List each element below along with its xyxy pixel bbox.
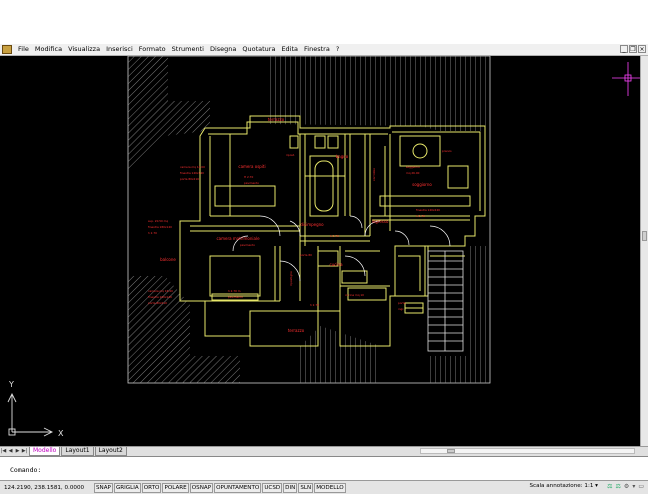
menu-disegna[interactable]: Disegna — [207, 44, 239, 55]
tray-settings-icon[interactable]: ▾ — [632, 483, 635, 490]
annotation-scale-value[interactable]: 1:1 — [584, 483, 593, 489]
svg-text:sup. 20.50 mq: sup. 20.50 mq — [148, 219, 168, 223]
menu-file[interactable]: File — [15, 44, 32, 55]
toggle-orto[interactable]: ORTO — [141, 482, 162, 493]
annotation-autoscale-icon[interactable]: ⚖ — [616, 483, 621, 490]
toggle-griglia[interactable]: GRIGLIA — [113, 482, 141, 493]
svg-text:finestra 160x140: finestra 160x140 — [148, 295, 172, 299]
room-label: balcone — [160, 257, 176, 262]
svg-text:h 2.70: h 2.70 — [416, 214, 425, 218]
autocad-window: File Modifica Visualizza Inserisci Forma… — [0, 44, 648, 494]
room-label: bagno — [336, 154, 349, 159]
clean-screen-icon[interactable]: ▭ — [638, 483, 644, 490]
svg-text:porta: porta — [398, 301, 406, 305]
toggle-snap[interactable]: SNAP — [94, 482, 113, 493]
window-controls: _ ❐ × — [620, 45, 646, 53]
layout-tabs-bar: |◀ ◀ ▶ ▶| Modello Layout1 Layout2 — [0, 446, 648, 456]
toggle-din[interactable]: DIN — [283, 482, 298, 493]
svg-text:pavimento: pavimento — [244, 181, 259, 185]
annotation-scale-label: Scala annotazione: — [529, 483, 583, 489]
svg-text:h 2.70: h 2.70 — [330, 234, 339, 238]
tab-next-icon[interactable]: ▶ — [14, 448, 21, 455]
toggle-opuntamento[interactable]: OPUNTAMENTO — [214, 482, 262, 493]
tab-layout2[interactable]: Layout2 — [94, 447, 127, 456]
status-tray-icons: ⚖ ⚖ ⚙ ▾ ▭ — [607, 483, 644, 490]
svg-text:h 2.70 m: h 2.70 m — [228, 289, 241, 293]
svg-text:ripost.: ripost. — [286, 153, 295, 157]
annotation-scale[interactable]: Scala annotazione: 1:1 ▾ — [529, 483, 598, 489]
svg-text:finestra 180x140: finestra 180x140 — [148, 225, 172, 229]
svg-text:ripostiglio: ripostiglio — [289, 271, 293, 286]
restore-button[interactable]: ❐ — [629, 45, 637, 53]
svg-text:camera mq 16.40: camera mq 16.40 — [148, 289, 173, 293]
coordinates-readout: 124.2190, 238.1581, 0.0000 — [4, 484, 85, 491]
menu-edita[interactable]: Edita — [278, 44, 301, 55]
menu-quotatura[interactable]: Quotatura — [239, 44, 278, 55]
toggle-polare[interactable]: POLARE — [162, 482, 189, 493]
svg-text:corridoio: corridoio — [372, 168, 376, 181]
svg-text:pranzo: pranzo — [442, 149, 452, 153]
crosshair-cursor — [612, 62, 640, 96]
menu-strumenti[interactable]: Strumenti — [169, 44, 207, 55]
tab-last-icon[interactable]: ▶| — [21, 448, 28, 455]
ucs-icon — [7, 392, 54, 437]
ucs-y-label: Y — [8, 380, 14, 389]
annotation-visibility-icon[interactable]: ⚖ — [607, 483, 612, 490]
command-window[interactable]: Comando: — [0, 456, 648, 480]
menu-formato[interactable]: Formato — [136, 44, 169, 55]
building-walls — [179, 115, 486, 347]
toggle-ucsd[interactable]: UCSD — [262, 482, 283, 493]
horizontal-scrollbar[interactable] — [420, 448, 635, 454]
svg-text:mq 26.00: mq 26.00 — [406, 171, 420, 175]
svg-text:camera mq 14.00: camera mq 14.00 — [180, 165, 205, 169]
svg-text:h 2.70: h 2.70 — [310, 303, 319, 307]
close-button[interactable]: × — [638, 45, 646, 53]
drawing-canvas[interactable]: camera mq 14.00 finestra 140x140 porta 8… — [0, 56, 640, 446]
room-label: cucina — [329, 262, 343, 267]
room-label: soggiorno — [412, 182, 432, 187]
svg-text:porta 80x210: porta 80x210 — [148, 301, 167, 305]
tab-layout1[interactable]: Layout1 — [61, 447, 94, 456]
app-icon[interactable] — [2, 45, 12, 54]
vertical-scroll-thumb[interactable] — [642, 231, 647, 241]
toggle-sln[interactable]: SLN — [298, 482, 314, 493]
toggle-osnap[interactable]: OSNAP — [189, 482, 214, 493]
workspace-icon[interactable]: ⚙ — [624, 483, 629, 490]
room-label: terrazzo — [288, 328, 305, 333]
svg-text:finestra 140x240: finestra 140x240 — [416, 208, 440, 212]
room-label: camera matrimoniale — [216, 236, 260, 241]
svg-text:porta 80: porta 80 — [300, 253, 312, 257]
tab-modello[interactable]: Modello — [29, 447, 61, 456]
menu-bar: File Modifica Visualizza Inserisci Forma… — [0, 44, 648, 56]
menu-modifica[interactable]: Modifica — [32, 44, 65, 55]
svg-text:finestra 140x140: finestra 140x140 — [180, 171, 204, 175]
minimize-button[interactable]: _ — [620, 45, 628, 53]
room-label: ingresso — [372, 219, 389, 224]
svg-text:cucina mq 10: cucina mq 10 — [345, 293, 364, 297]
room-label: terrazzo — [268, 117, 285, 122]
svg-text:H 2.70: H 2.70 — [244, 175, 253, 179]
staircase — [427, 250, 464, 352]
horizontal-scroll-thumb[interactable] — [447, 449, 455, 453]
menu-finestra[interactable]: Finestra — [301, 44, 333, 55]
svg-text:h 2.70: h 2.70 — [148, 231, 157, 235]
room-label: disimpegno — [300, 222, 324, 227]
svg-text:pavimento: pavimento — [240, 243, 255, 247]
vertical-scrollbar[interactable] — [640, 56, 648, 446]
svg-text:ingr.: ingr. — [398, 307, 404, 311]
svg-text:pavimento: pavimento — [228, 295, 243, 299]
svg-text:soggiorno: soggiorno — [406, 165, 420, 169]
svg-text:porta 80x210: porta 80x210 — [180, 177, 199, 181]
ucs-x-label: X — [58, 429, 64, 438]
toggle-modello[interactable]: MODELLO — [314, 482, 346, 493]
room-label: camera ospiti — [238, 164, 265, 169]
menu-inserisci[interactable]: Inserisci — [103, 44, 136, 55]
tab-first-icon[interactable]: |◀ — [0, 448, 7, 455]
tab-prev-icon[interactable]: ◀ — [7, 448, 14, 455]
menu-help[interactable]: ? — [333, 44, 342, 55]
menu-visualizza[interactable]: Visualizza — [65, 44, 103, 55]
command-prompt[interactable]: Comando: — [10, 466, 41, 474]
